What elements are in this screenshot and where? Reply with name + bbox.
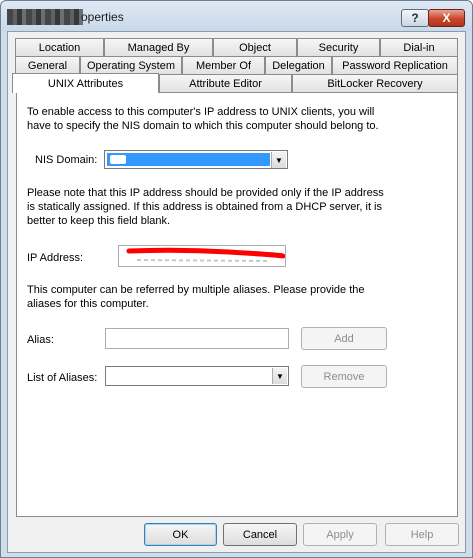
nis-intro-text: To enable access to this computer's IP a… — [27, 106, 379, 132]
tab-general[interactable]: General — [15, 56, 80, 74]
window-title: operties — [81, 10, 124, 24]
tab-operating-system[interactable]: Operating System — [80, 56, 182, 74]
nis-domain-selection — [107, 153, 270, 166]
help-footer-button[interactable]: Help — [385, 523, 459, 546]
tab-unix-attributes[interactable]: UNIX Attributes — [12, 73, 159, 93]
unix-attributes-panel: To enable access to this computer's IP a… — [16, 92, 458, 517]
close-icon: X — [442, 11, 451, 25]
nis-domain-combo[interactable]: ▼ — [104, 150, 288, 169]
properties-dialog: operties ? X Location Managed By Object … — [0, 0, 473, 558]
redacted-title — [7, 9, 83, 25]
nis-domain-label: NIS Domain: — [35, 154, 98, 166]
chevron-down-icon[interactable]: ▼ — [271, 152, 286, 168]
ok-button[interactable]: OK — [144, 523, 217, 546]
title-bar: operties ? X — [1, 1, 472, 31]
alias-input[interactable] — [105, 328, 289, 349]
tab-member-of[interactable]: Member Of — [182, 56, 265, 74]
ip-address-label: IP Address: — [27, 252, 84, 264]
list-of-aliases-label: List of Aliases: — [27, 372, 98, 384]
tab-attribute-editor[interactable]: Attribute Editor — [159, 74, 292, 92]
remove-alias-button[interactable]: Remove — [301, 365, 387, 388]
alias-note-text: This computer can be referred by multipl… — [27, 284, 365, 310]
tab-dial-in[interactable]: Dial-in — [380, 38, 458, 56]
tab-bitlocker-recovery[interactable]: BitLocker Recovery — [292, 74, 458, 92]
list-of-aliases-combo[interactable]: ▼ — [105, 366, 289, 386]
alias-label: Alias: — [27, 334, 54, 346]
tab-delegation[interactable]: Delegation — [265, 56, 332, 74]
redacted-value — [110, 155, 126, 164]
tab-location[interactable]: Location — [15, 38, 104, 56]
tab-security[interactable]: Security — [297, 38, 380, 56]
redaction-mark — [126, 247, 285, 262]
close-button[interactable]: X — [428, 9, 465, 27]
help-button[interactable]: ? — [401, 9, 429, 27]
apply-button[interactable]: Apply — [303, 523, 377, 546]
add-alias-button[interactable]: Add — [301, 327, 387, 350]
tab-password-replication[interactable]: Password Replication — [332, 56, 458, 74]
question-icon: ? — [411, 11, 419, 25]
chevron-down-icon[interactable]: ▼ — [272, 368, 287, 384]
cancel-button[interactable]: Cancel — [223, 523, 297, 546]
ip-note-text: Please note that this IP address should … — [27, 187, 384, 227]
ip-address-field[interactable] — [118, 245, 286, 267]
tab-object[interactable]: Object — [213, 38, 297, 56]
dialog-client: Location Managed By Object Security Dial… — [7, 31, 466, 553]
tab-managed-by[interactable]: Managed By — [104, 38, 213, 56]
